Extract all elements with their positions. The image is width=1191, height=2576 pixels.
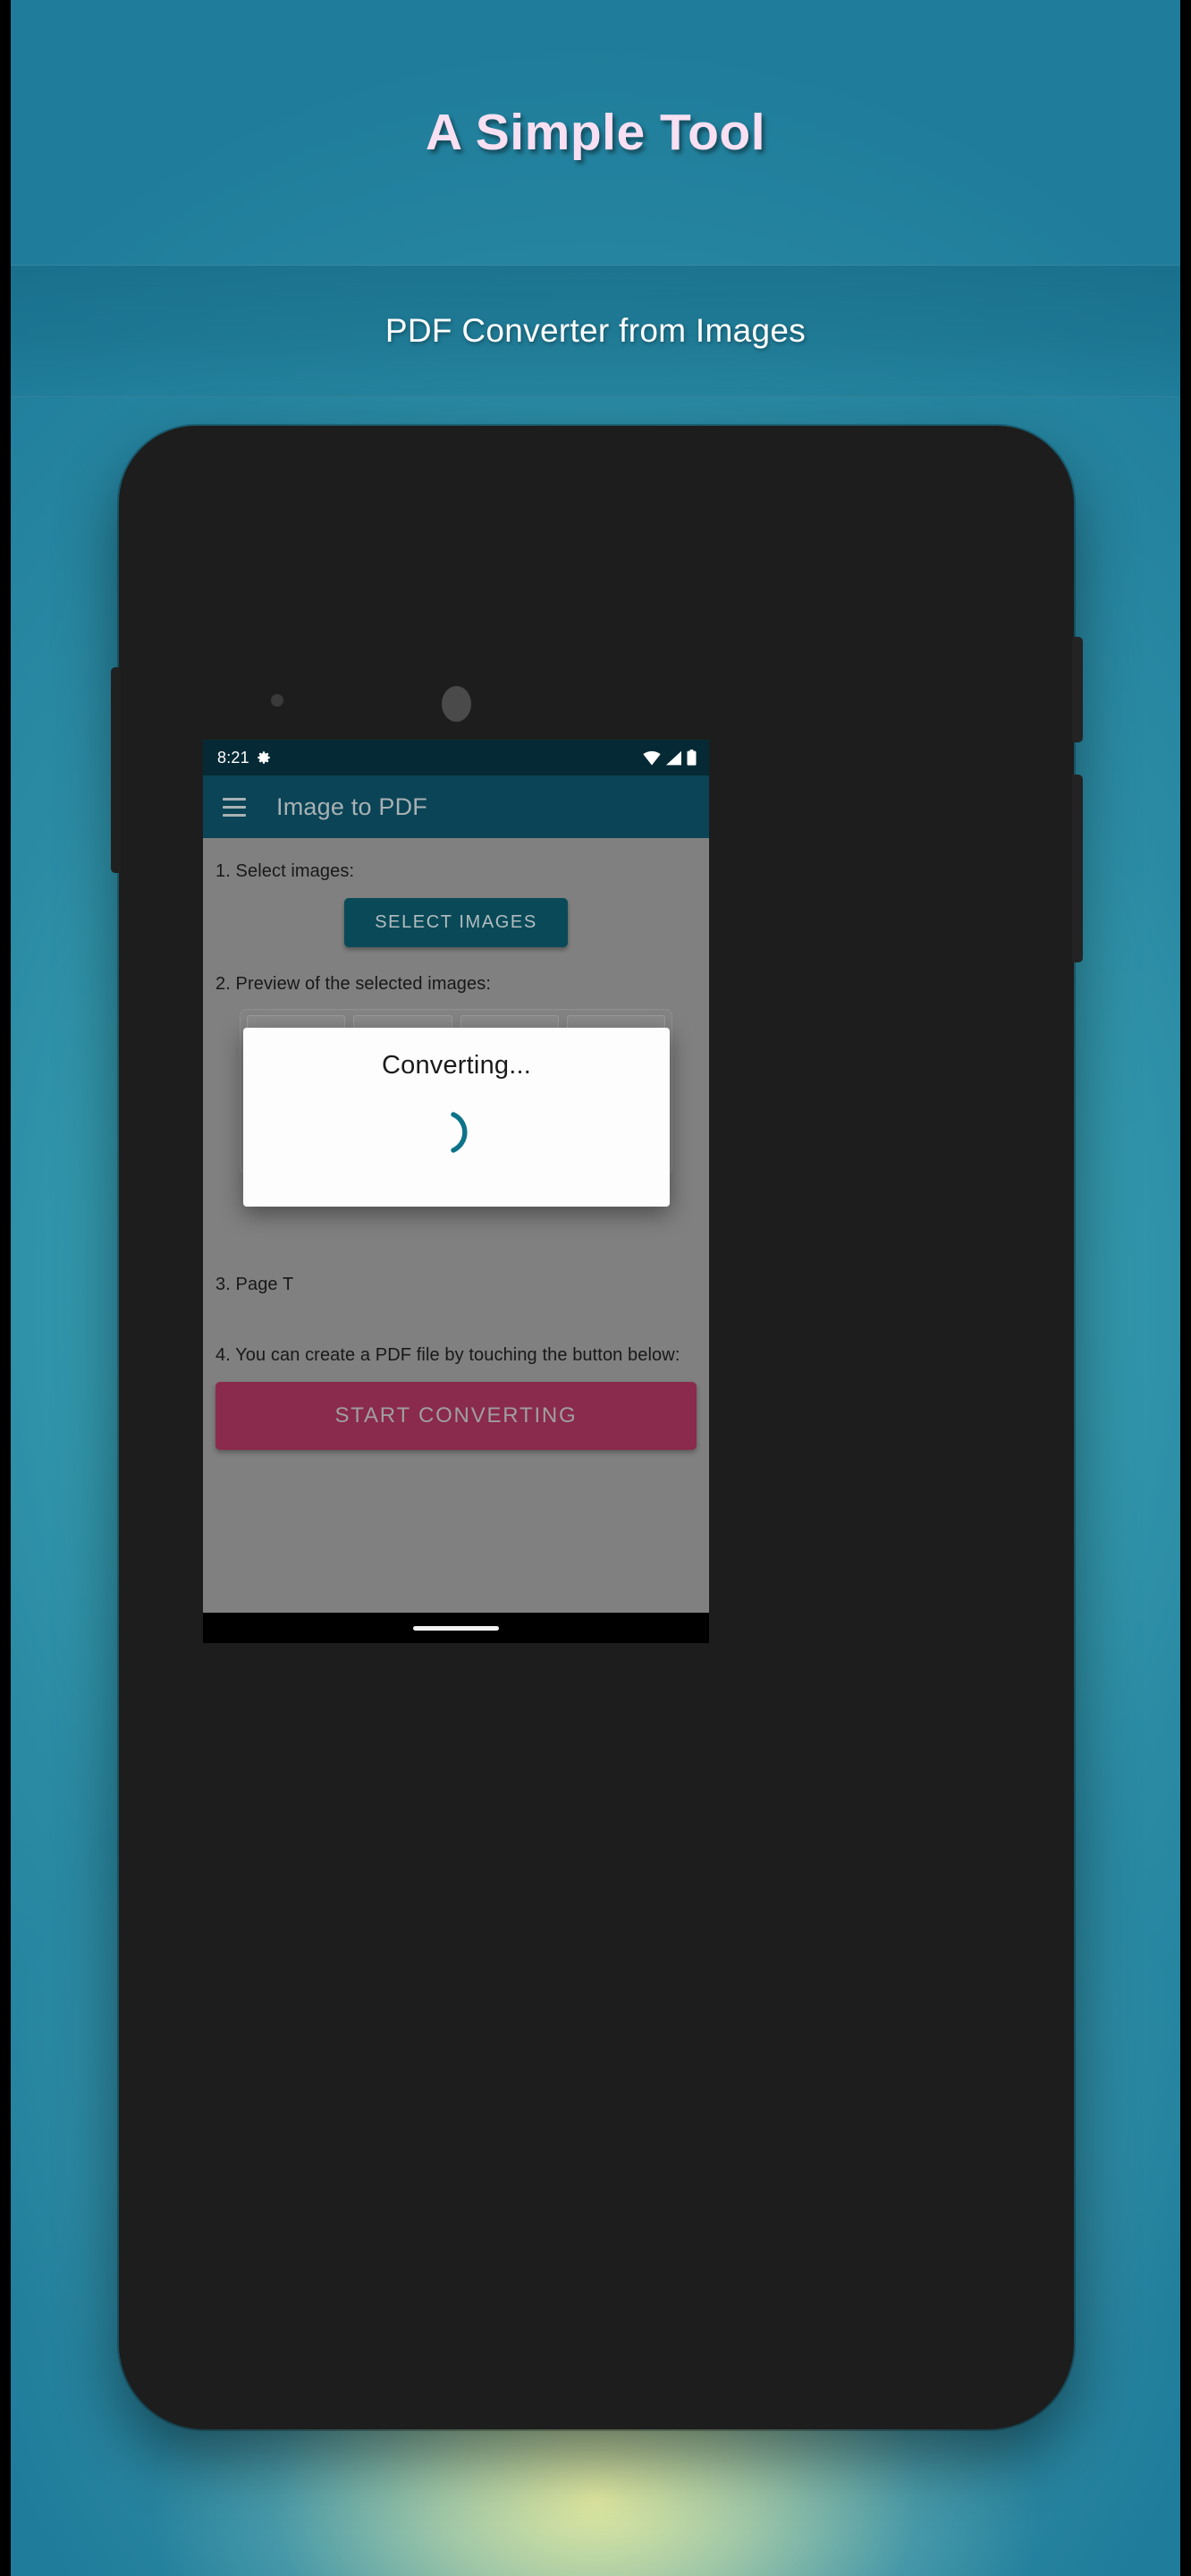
volume-button[interactable]	[111, 667, 121, 873]
letterbox-bar-right	[1180, 0, 1191, 2576]
hero-title-band: A Simple Tool	[11, 0, 1180, 264]
front-camera-icon	[442, 686, 471, 722]
step-3-label: 3. Page T	[215, 1275, 294, 1294]
cellular-signal-icon	[665, 750, 682, 766]
hamburger-line	[223, 805, 246, 809]
start-converting-button[interactable]: START CONVERTING	[215, 1382, 697, 1450]
gear-icon	[256, 750, 272, 766]
hamburger-menu-icon[interactable]	[223, 797, 246, 817]
proximity-sensor-icon	[271, 694, 283, 707]
step-1-label: 1. Select images:	[215, 861, 355, 881]
hamburger-line	[223, 797, 246, 801]
select-images-button[interactable]: SELECT IMAGES	[344, 898, 568, 947]
power-button[interactable]	[1072, 637, 1083, 742]
status-bar-left: 8:21	[217, 749, 272, 767]
app-bar: Image to PDF	[203, 775, 709, 838]
screenshot-root: A Simple Tool PDF Converter from Images …	[0, 0, 1191, 2576]
app-subtitle: PDF Converter from Images	[384, 312, 807, 349]
select-images-row: SELECT IMAGES	[215, 898, 697, 947]
phone-device-mockup: 8:21 Image to PDF 1. Select images: SELE…	[111, 426, 1083, 2429]
battery-full-icon	[687, 750, 697, 766]
status-bar: 8:21	[203, 740, 709, 775]
status-clock: 8:21	[217, 748, 249, 767]
dialog-title: Converting...	[381, 1051, 531, 1080]
subtitle-band: PDF Converter from Images	[11, 265, 1180, 397]
step-4-label: 4. You can create a PDF file by touching…	[215, 1345, 680, 1365]
letterbox-bar-left	[0, 0, 11, 2576]
gesture-navigation-bar	[203, 1613, 709, 1643]
hamburger-line	[223, 813, 246, 817]
step-2-label: 2. Preview of the selected images:	[215, 974, 491, 994]
main-content: 1. Select images: SELECT IMAGES 2. Previ…	[203, 838, 709, 1613]
volume-rocker-button[interactable]	[1072, 775, 1083, 962]
phone-screen: 8:21 Image to PDF 1. Select images: SELE…	[203, 740, 709, 1643]
wifi-icon	[643, 750, 661, 766]
status-bar-right	[643, 750, 697, 766]
converting-dialog: Converting...	[243, 1028, 670, 1207]
gesture-home-pill[interactable]	[413, 1625, 499, 1631]
app-title: A Simple Tool	[425, 103, 766, 161]
loading-spinner-icon	[430, 1106, 484, 1159]
app-bar-title: Image to PDF	[276, 792, 427, 820]
